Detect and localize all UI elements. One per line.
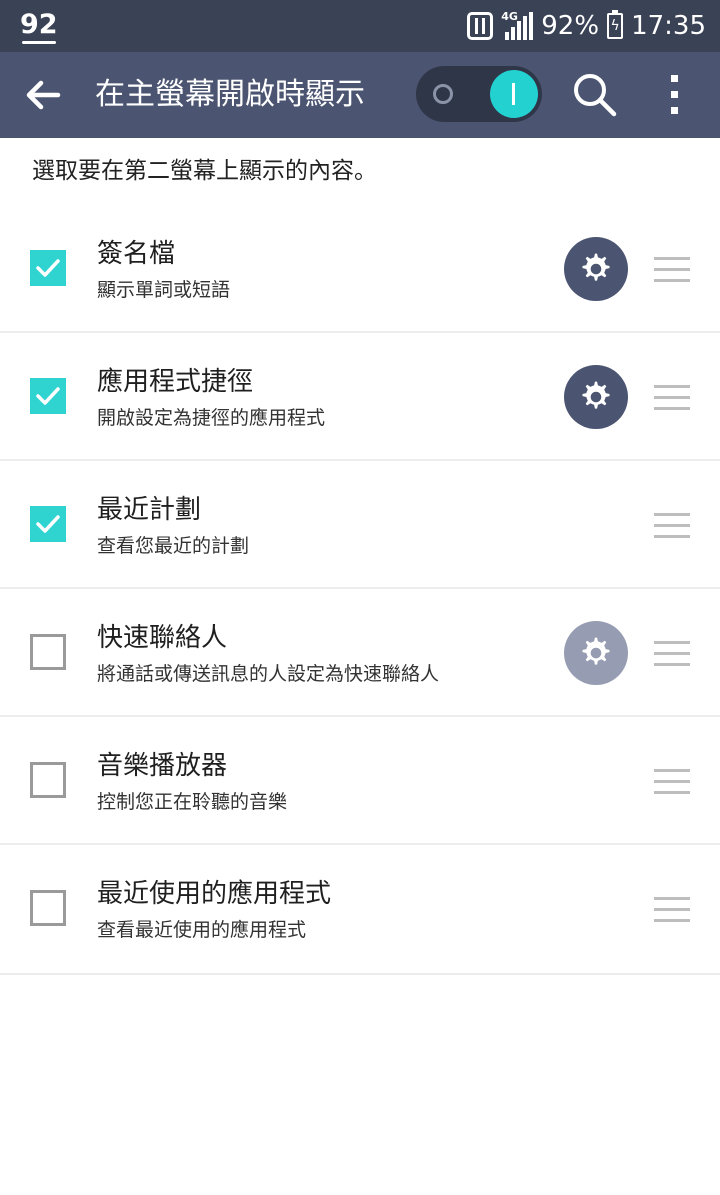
search-icon	[574, 74, 617, 117]
item-title: 音樂播放器	[97, 751, 228, 781]
checkmark-icon	[36, 515, 60, 533]
app-bar: 在主螢幕開啟時顯示	[0, 52, 720, 138]
item-subtitle: 顯示單詞或短語	[97, 279, 231, 301]
drag-handle-icon[interactable]	[654, 769, 690, 795]
list-item[interactable]: 最近使用的應用程式查看最近使用的應用程式	[0, 845, 720, 975]
checkmark-icon	[36, 387, 60, 405]
item-checkbox[interactable]	[30, 506, 66, 542]
item-settings-button[interactable]	[564, 365, 628, 429]
status-indicator-underline	[22, 41, 56, 44]
toggle-off-icon	[433, 84, 453, 104]
list-item[interactable]: 音樂播放器控制您正在聆聽的音樂	[0, 717, 720, 845]
drag-handle-icon[interactable]	[654, 257, 690, 283]
status-indicator: 92	[20, 8, 58, 44]
battery-percent: 92%	[541, 11, 600, 41]
item-checkbox[interactable]	[30, 762, 66, 798]
content-list: 簽名檔顯示單詞或短語應用程式捷徑開啟設定為捷徑的應用程式最近計劃查看您最近的計劃…	[0, 205, 720, 975]
item-subtitle: 查看最近使用的應用程式	[97, 919, 307, 941]
more-options-button[interactable]	[660, 70, 690, 120]
item-subtitle: 控制您正在聆聽的音樂	[97, 791, 288, 813]
gear-icon	[582, 253, 610, 281]
network-type: 4G	[501, 10, 518, 23]
drag-handle-icon[interactable]	[654, 897, 690, 923]
item-subtitle: 開啟設定為捷徑的應用程式	[97, 407, 326, 429]
battery-charging-icon	[607, 10, 624, 39]
item-settings-button[interactable]	[564, 237, 628, 301]
status-indicator-text: 92	[20, 9, 58, 40]
checkmark-icon	[36, 259, 60, 277]
item-subtitle: 查看您最近的計劃	[97, 535, 250, 557]
gear-icon	[582, 381, 610, 409]
gear-icon	[582, 637, 610, 665]
item-title: 應用程式捷徑	[97, 367, 254, 397]
list-item[interactable]: 最近計劃查看您最近的計劃	[0, 461, 720, 589]
item-title: 快速聯絡人	[97, 623, 228, 653]
item-checkbox[interactable]	[30, 634, 66, 670]
search-button[interactable]	[570, 70, 620, 120]
arrow-left-icon	[26, 80, 61, 110]
nfc-icon	[467, 12, 494, 40]
more-vertical-icon	[671, 75, 678, 114]
item-checkbox[interactable]	[30, 378, 66, 414]
item-title: 簽名檔	[97, 239, 176, 269]
list-item[interactable]: 簽名檔顯示單詞或短語	[0, 205, 720, 333]
intro-text: 選取要在第二螢幕上顯示的內容。	[32, 158, 377, 184]
status-time: 17:35	[631, 11, 706, 41]
list-item[interactable]: 快速聯絡人將通話或傳送訊息的人設定為快速聯絡人	[0, 589, 720, 717]
drag-handle-icon[interactable]	[654, 385, 690, 411]
signal-icon: 4G	[501, 10, 534, 40]
toggle-knob	[490, 70, 538, 118]
drag-handle-icon[interactable]	[654, 641, 690, 667]
item-settings-button	[564, 621, 628, 685]
item-subtitle: 將通話或傳送訊息的人設定為快速聯絡人	[97, 663, 440, 685]
master-toggle[interactable]	[416, 66, 542, 122]
status-bar: 92 4G 92% 17:35	[0, 0, 720, 52]
item-title: 最近使用的應用程式	[97, 879, 332, 909]
back-button[interactable]	[20, 72, 66, 118]
list-item[interactable]: 應用程式捷徑開啟設定為捷徑的應用程式	[0, 333, 720, 461]
drag-handle-icon[interactable]	[654, 513, 690, 539]
item-checkbox[interactable]	[30, 250, 66, 286]
item-checkbox[interactable]	[30, 890, 66, 926]
page-title: 在主螢幕開啟時顯示	[95, 77, 365, 112]
item-title: 最近計劃	[97, 495, 202, 525]
status-icons: 4G 92% 17:35	[467, 8, 706, 44]
